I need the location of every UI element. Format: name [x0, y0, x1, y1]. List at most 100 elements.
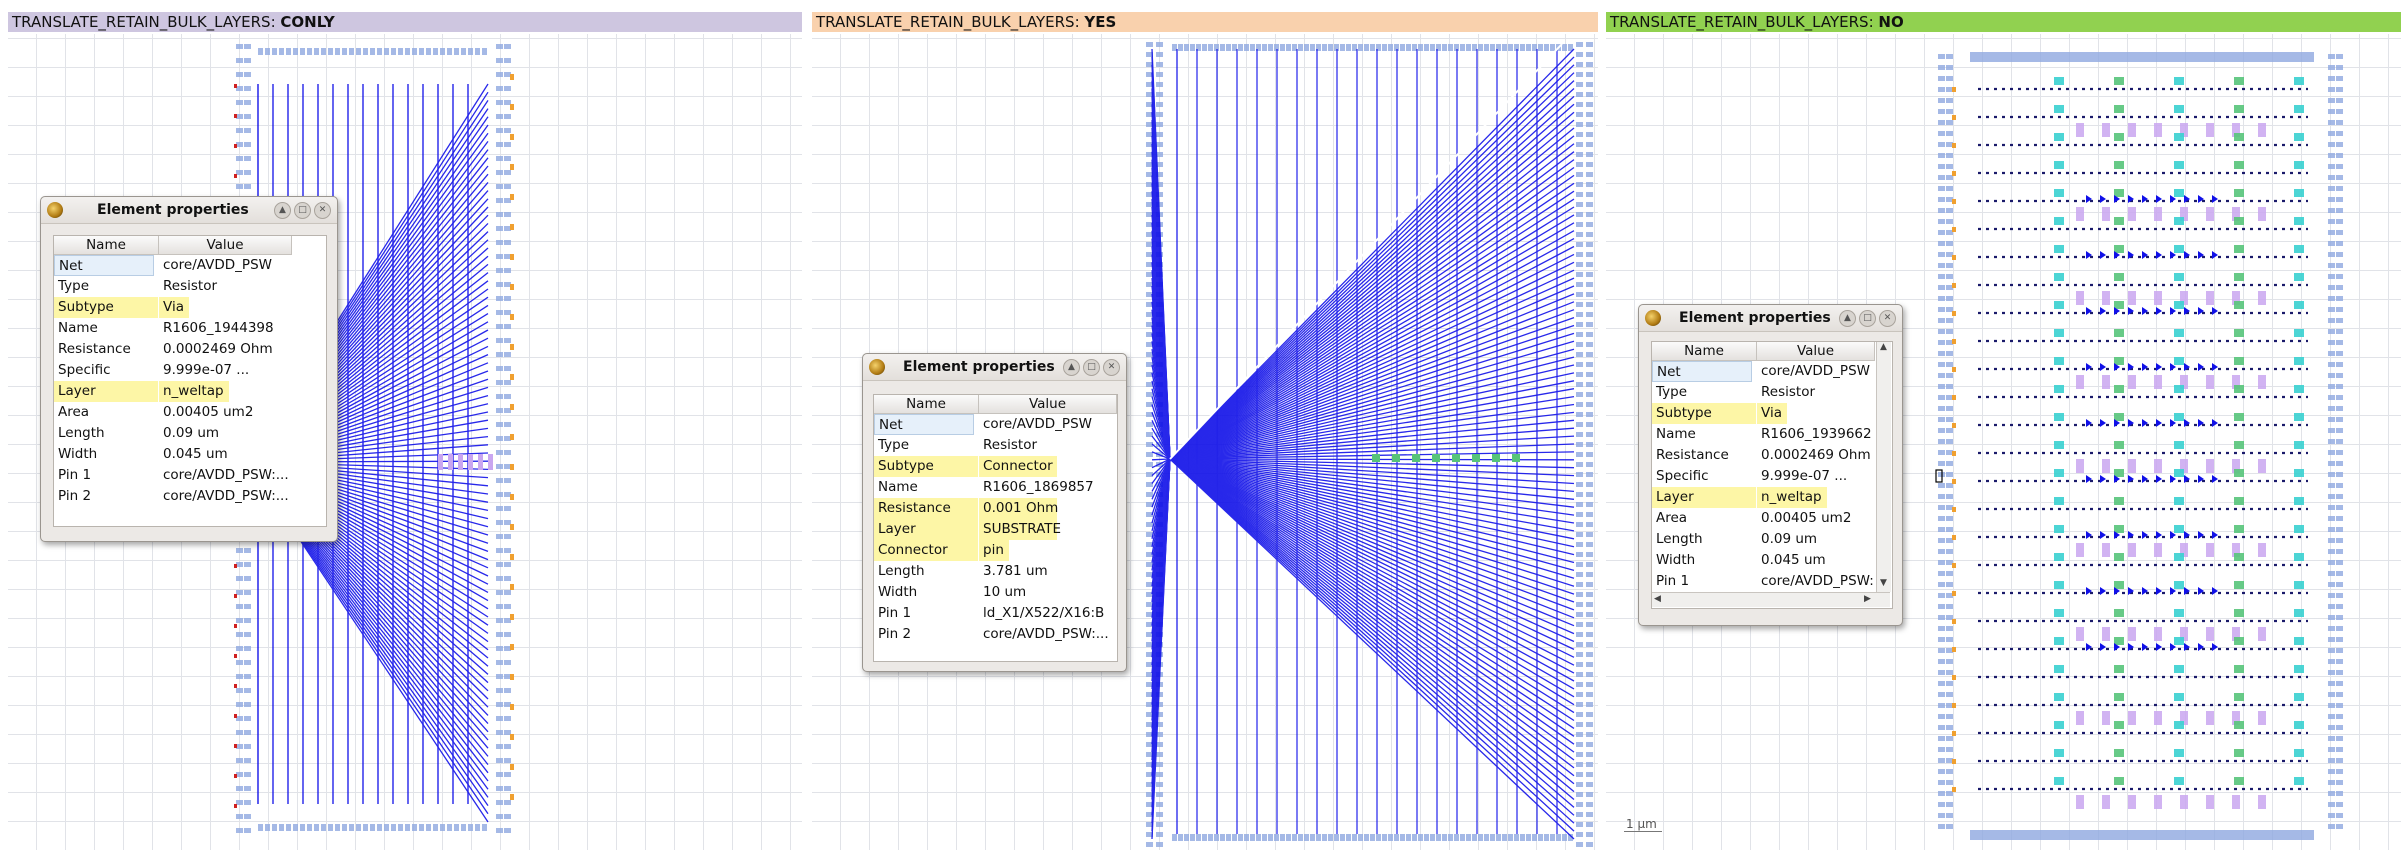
cell-marker	[504, 632, 511, 637]
close-icon[interactable]: ✕	[1879, 310, 1896, 327]
cell-marker	[1586, 722, 1593, 727]
property-row[interactable]: Pin 1 core/AVDD_PSW:...	[1652, 571, 1874, 592]
property-row[interactable]: Resistance 0.0002469 Ohm	[1652, 445, 1874, 466]
property-row[interactable]: Type Resistor	[874, 435, 1116, 456]
property-row[interactable]: Layer SUBSTRATE	[874, 519, 1116, 540]
scroll-down-icon[interactable]: ▼	[1880, 578, 1887, 588]
property-row[interactable]: Net core/AVDD_PSW	[874, 414, 1116, 435]
property-name: Pin 2	[58, 488, 92, 504]
cell-marker	[419, 824, 424, 831]
cell-marker	[1938, 637, 1945, 642]
property-row[interactable]: Net core/AVDD_PSW	[1652, 361, 1874, 382]
cell-marker	[1472, 834, 1477, 841]
property-row[interactable]: Specific 9.999e-07 ...	[1652, 466, 1874, 487]
property-row[interactable]: Resistance 0.001 Ohm	[874, 498, 1116, 519]
dialog-titlebar[interactable]: Element properties ▲ □ ✕	[1639, 305, 1902, 332]
column-header-value[interactable]: Value	[1757, 342, 1875, 361]
property-row[interactable]: Width 0.045 um	[1652, 550, 1874, 571]
column-header-value[interactable]: Value	[979, 395, 1117, 414]
property-row[interactable]: Pin 2 core/AVDD_PSW:...	[54, 486, 291, 507]
property-name: Pin 1	[1656, 573, 1690, 589]
pin-marker	[1952, 647, 1956, 652]
property-row[interactable]: Subtype Connector	[874, 456, 1116, 477]
maximize-icon[interactable]: □	[1859, 310, 1876, 327]
cell-marker	[1586, 282, 1593, 287]
cell-marker	[236, 702, 243, 707]
cell-marker	[2328, 450, 2335, 455]
cell-marker	[1946, 527, 1953, 532]
column-header-value[interactable]: Value	[159, 236, 292, 255]
property-row[interactable]: Area 0.00405 um2	[54, 402, 291, 423]
cell-marker	[504, 660, 511, 665]
scroll-right-icon[interactable]: ▶	[1864, 594, 1871, 604]
column-header-name[interactable]: Name	[874, 395, 979, 414]
wire	[1169, 458, 1575, 627]
property-name: Type	[58, 278, 90, 294]
dialog-titlebar[interactable]: Element properties ▲ □ ✕	[41, 197, 337, 224]
vertical-scrollbar[interactable]: ▲ ▼	[1876, 342, 1891, 592]
arrow-marker	[2212, 251, 2218, 259]
cell-marker	[1946, 54, 1953, 59]
cell-marker	[496, 478, 503, 483]
minimize-icon[interactable]: ▲	[1839, 310, 1856, 327]
maximize-icon[interactable]: □	[1083, 359, 1100, 376]
scroll-left-icon[interactable]: ◀	[1654, 594, 1661, 604]
property-row[interactable]: Length 0.09 um	[1652, 529, 1874, 550]
cell-marker	[2234, 385, 2244, 393]
dialog-titlebar[interactable]: Element properties ▲ □ ✕	[863, 354, 1126, 381]
property-row[interactable]: Length 3.781 um	[874, 561, 1116, 582]
maximize-icon[interactable]: □	[294, 202, 311, 219]
close-icon[interactable]: ✕	[314, 202, 331, 219]
cell-marker	[384, 824, 389, 831]
cell-marker	[2336, 538, 2343, 543]
pin-marker	[1952, 199, 1956, 204]
property-row[interactable]: Connector pin	[874, 540, 1116, 561]
cell-marker	[1946, 769, 1953, 774]
cell-marker	[2336, 736, 2343, 741]
property-row[interactable]: Width 10 um	[874, 582, 1116, 603]
cell-marker	[244, 604, 251, 609]
properties-table[interactable]: Name Value Net core/AVDD_PSW Type Resistor S…	[873, 394, 1118, 662]
property-row[interactable]: Subtype Via	[1652, 403, 1874, 424]
properties-table[interactable]: Name Value Net core/AVDD_PSW Type Resistor S…	[53, 235, 327, 527]
property-row[interactable]: Pin 2 core/AVDD_PSW:...	[874, 624, 1116, 645]
property-row[interactable]: Net core/AVDD_PSW	[54, 255, 291, 276]
property-row[interactable]: Type Resistor	[1652, 382, 1874, 403]
column-header-name[interactable]: Name	[54, 236, 159, 255]
property-row[interactable]: Subtype Via	[54, 297, 291, 318]
property-row[interactable]: Layer n_weltap	[54, 381, 291, 402]
property-row[interactable]: Area 0.00405 um2	[1652, 508, 1874, 529]
element-properties-dialog[interactable]: Element properties ▲ □ ✕ Name Value Net c…	[40, 196, 338, 542]
horizontal-scrollbar[interactable]: ◀ ▶	[1652, 592, 1890, 607]
cell-marker	[1576, 392, 1583, 397]
property-row[interactable]: Layer n_weltap	[1652, 487, 1874, 508]
property-row[interactable]: Resistance 0.0002469 Ohm	[54, 339, 291, 360]
property-row[interactable]: Type Resistor	[54, 276, 291, 297]
property-row[interactable]: Name R1606_1869857	[874, 477, 1116, 498]
element-properties-dialog[interactable]: Element properties ▲ □ ✕ Name Value ▲ ▼ …	[1638, 304, 1903, 626]
property-row[interactable]: Length 0.09 um	[54, 423, 291, 444]
properties-table[interactable]: Name Value ▲ ▼ ◀ ▶ Net core/AVDD_PSW Type R…	[1651, 341, 1893, 609]
property-row[interactable]: Name R1606_1939662	[1652, 424, 1874, 445]
cell-marker	[236, 170, 243, 175]
cell-marker	[496, 114, 503, 119]
scroll-up-icon[interactable]: ▲	[1880, 342, 1887, 352]
via-marker	[2076, 711, 2084, 725]
cell-marker	[2328, 142, 2335, 147]
property-row[interactable]: Name R1606_1944398	[54, 318, 291, 339]
element-properties-dialog[interactable]: Element properties ▲ □ ✕ Name Value Net c…	[862, 353, 1127, 672]
cell-marker	[1938, 747, 1945, 752]
column-header-name[interactable]: Name	[1652, 342, 1757, 361]
pin-marker	[1952, 675, 1956, 680]
cell-marker	[496, 408, 503, 413]
arrow-marker	[2100, 643, 2106, 651]
property-row[interactable]: Pin 1 core/AVDD_PSW:...	[54, 465, 291, 486]
property-value: 9.999e-07 ...	[1761, 468, 1848, 484]
property-row[interactable]: Pin 1 ld_X1/X522/X16:B	[874, 603, 1116, 624]
minimize-icon[interactable]: ▲	[274, 202, 291, 219]
property-row[interactable]: Specific 9.999e-07 ...	[54, 360, 291, 381]
close-icon[interactable]: ✕	[1103, 359, 1120, 376]
cell-marker	[2336, 494, 2343, 499]
minimize-icon[interactable]: ▲	[1063, 359, 1080, 376]
property-row[interactable]: Width 0.045 um	[54, 444, 291, 465]
